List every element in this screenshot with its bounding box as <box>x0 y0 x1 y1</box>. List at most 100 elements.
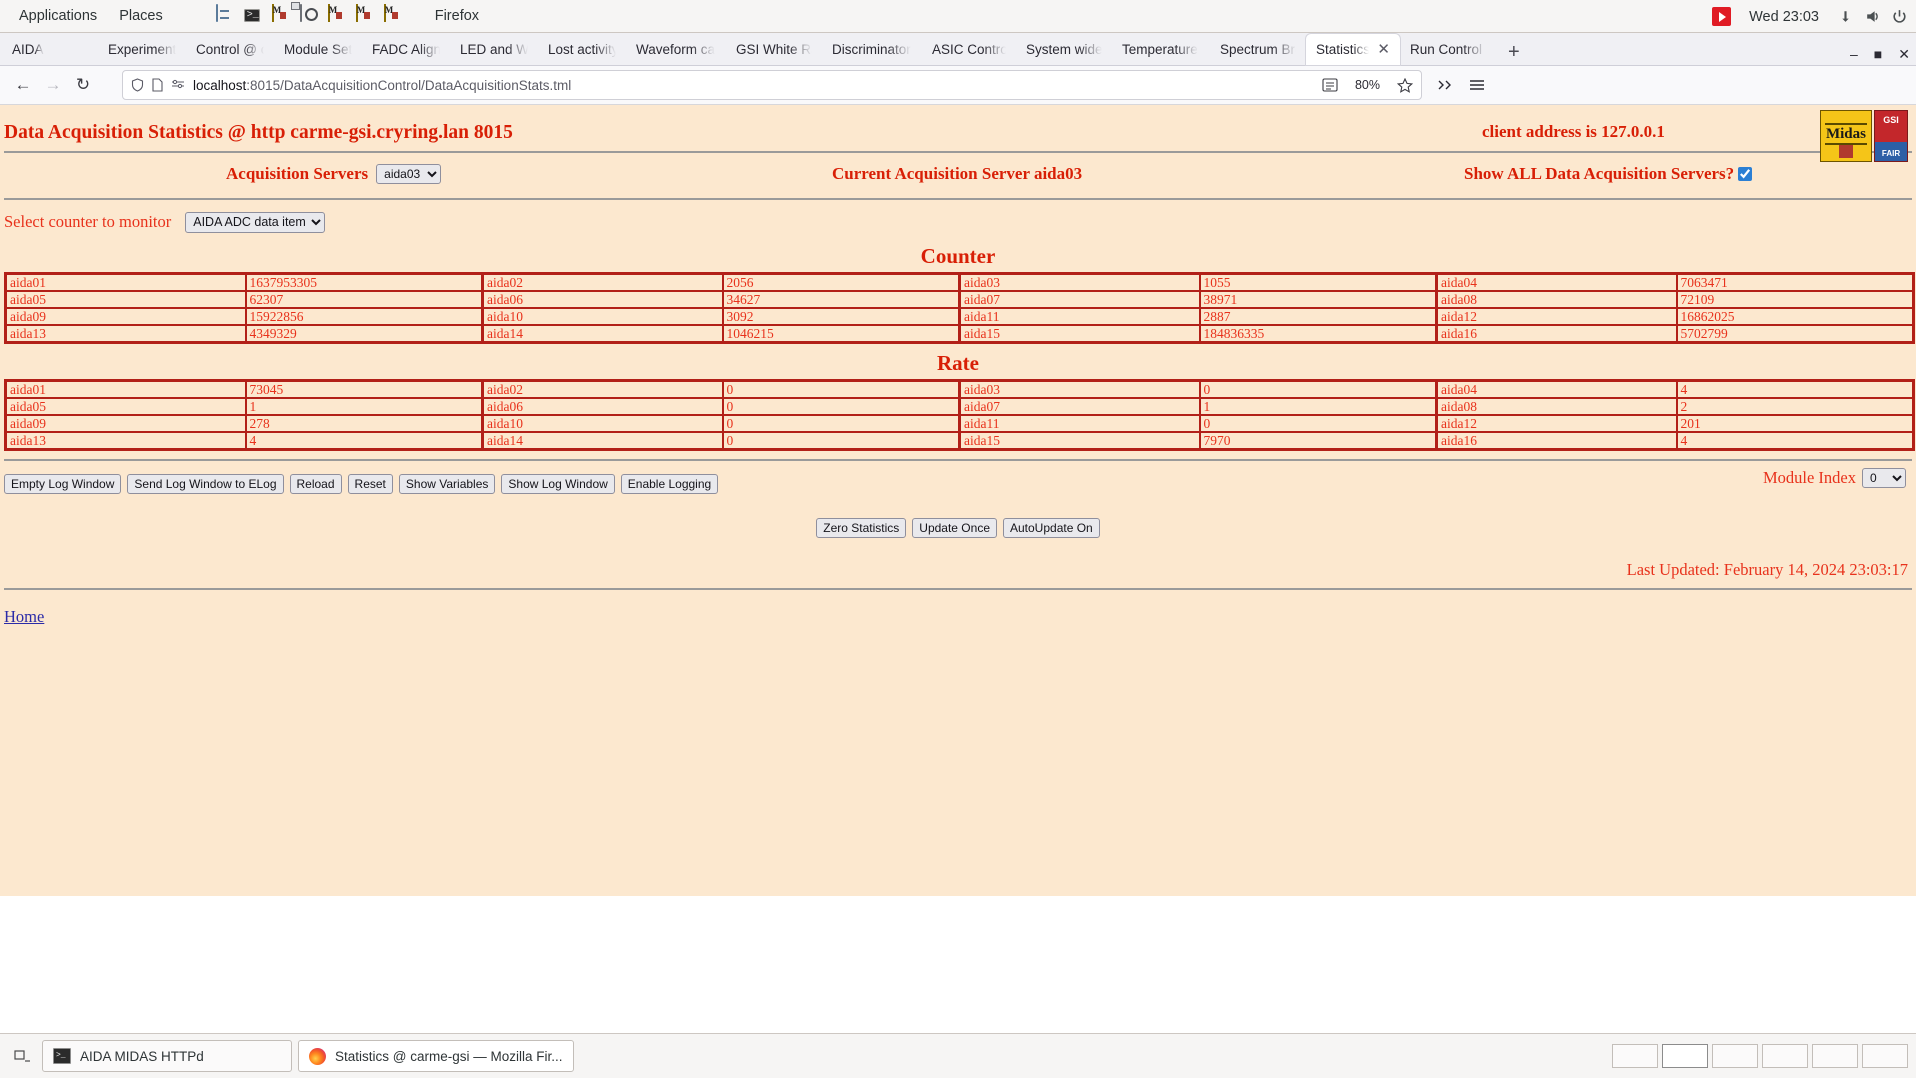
tab-temperature[interactable]: Temperature <box>1112 34 1210 65</box>
zoom-level-badge[interactable]: 80% <box>1350 77 1385 93</box>
server-name-cell: aida01 <box>6 381 246 399</box>
server-value-cell: 0 <box>723 415 960 432</box>
minimize-button[interactable]: – <box>1850 47 1858 61</box>
server-name-cell: aida10 <box>483 415 723 432</box>
log-empty-log-window-button[interactable]: Empty Log Window <box>4 474 121 494</box>
screenshot-icon[interactable] <box>300 5 322 27</box>
tracking-protection-icon[interactable] <box>171 79 185 91</box>
tab-spectrum-browser[interactable]: Spectrum Bro <box>1210 34 1306 65</box>
tab-system-wide[interactable]: System wide <box>1016 34 1112 65</box>
close-window-button[interactable]: ✕ <box>1898 47 1910 61</box>
file-manager-icon[interactable] <box>216 5 238 27</box>
tab-run-control[interactable]: Run Control @ <box>1400 34 1496 65</box>
places-menu[interactable]: Places <box>108 6 174 27</box>
server-name-cell: aida06 <box>483 291 723 308</box>
server-name-cell: aida04 <box>1437 274 1677 292</box>
server-value-cell: 2887 <box>1200 308 1437 325</box>
reload-button[interactable]: ↻ <box>68 70 98 100</box>
firefox-icon <box>309 1048 326 1065</box>
workspace-2[interactable] <box>1662 1044 1708 1068</box>
log-send-log-window-to-elog-button[interactable]: Send Log Window to ELog <box>127 474 283 494</box>
logo-group: Midas GSI FAIR <box>1820 110 1908 162</box>
chevron-double-right-icon[interactable] <box>1436 78 1454 92</box>
power-icon[interactable] <box>1891 8 1908 25</box>
url-text: localhost:8015/DataAcquisitionControl/Da… <box>193 78 571 93</box>
tab-label: Run Control @ <box>1410 42 1486 57</box>
applications-menu[interactable]: Applications <box>8 6 108 27</box>
tab-gsi-white-rabbit[interactable]: GSI White Ra <box>726 34 822 65</box>
tab-asic-control[interactable]: ASIC Control <box>922 34 1016 65</box>
log-reload-button[interactable]: Reload <box>290 474 342 494</box>
action-autoupdate-on-button[interactable]: AutoUpdate On <box>1003 518 1100 538</box>
counter-select[interactable]: AIDA ADC data items <box>185 212 325 233</box>
tab-lost-activity[interactable]: Lost activity n <box>538 34 626 65</box>
page-info-icon[interactable] <box>152 78 163 92</box>
close-icon[interactable]: ✕ <box>1377 42 1390 57</box>
taskbar-window-aida-midas-httpd[interactable]: >_ AIDA MIDAS HTTPd <box>42 1040 292 1072</box>
midas-icon[interactable]: M <box>384 5 406 27</box>
tab-aida[interactable]: AIDA <box>2 34 98 65</box>
server-controls-row: Acquisition Servers aida01aida02aida03ai… <box>0 160 1916 191</box>
workspace-3[interactable] <box>1712 1044 1758 1068</box>
hamburger-menu-icon[interactable] <box>1468 78 1486 92</box>
midas-icon[interactable]: M <box>328 5 350 27</box>
show-desktop-icon[interactable] <box>8 1042 36 1070</box>
server-name-cell: aida15 <box>960 325 1200 343</box>
back-button[interactable]: ← <box>8 70 38 100</box>
tab-experiment[interactable]: Experiment C <box>98 34 186 65</box>
action-zero-statistics-button[interactable]: Zero Statistics <box>816 518 906 538</box>
log-enable-logging-button[interactable]: Enable Logging <box>621 474 718 494</box>
server-value-cell: 7063471 <box>1677 274 1914 292</box>
home-link[interactable]: Home <box>4 607 44 627</box>
firefox-icon[interactable] <box>188 5 210 27</box>
server-name-cell: aida11 <box>960 415 1200 432</box>
workspace-6[interactable] <box>1862 1044 1908 1068</box>
server-name-cell: aida15 <box>960 432 1200 450</box>
server-name-cell: aida14 <box>483 325 723 343</box>
midas-icon[interactable]: M <box>356 5 378 27</box>
star-icon[interactable] <box>1397 78 1413 93</box>
shield-icon[interactable] <box>131 78 144 92</box>
server-value-cell: 7970 <box>1200 432 1437 450</box>
log-show-variables-button[interactable]: Show Variables <box>399 474 496 494</box>
server-name-cell: aida03 <box>960 381 1200 399</box>
server-name-cell: aida05 <box>6 291 246 308</box>
tab-statistics[interactable]: Statistics @ ✕ <box>1306 34 1400 65</box>
record-icon[interactable] <box>1712 7 1731 26</box>
workspace-4[interactable] <box>1762 1044 1808 1068</box>
volume-icon[interactable] <box>1864 8 1881 25</box>
module-index-select[interactable]: 0123 <box>1862 468 1906 488</box>
url-bar[interactable]: localhost:8015/DataAcquisitionControl/Da… <box>122 70 1422 100</box>
maximize-button[interactable]: ■ <box>1874 47 1882 61</box>
action-update-once-button[interactable]: Update Once <box>912 518 997 538</box>
workspace-1[interactable] <box>1612 1044 1658 1068</box>
table-row: aida0915922856aida103092aida112887aida12… <box>6 308 1914 325</box>
tab-control[interactable]: Control @ ca <box>186 34 274 65</box>
network-icon[interactable] <box>1837 8 1854 25</box>
log-show-log-window-button[interactable]: Show Log Window <box>501 474 614 494</box>
workspace-5[interactable] <box>1812 1044 1858 1068</box>
acquisition-servers-select[interactable]: aida01aida02aida03aida04 <box>376 164 441 184</box>
counter-table: aida011637953305aida022056aida031055aida… <box>4 272 1915 344</box>
new-tab-button[interactable]: + <box>1496 42 1532 65</box>
server-name-cell: aida12 <box>1437 308 1677 325</box>
taskbar-window-statistics[interactable]: Statistics @ carme-gsi — Mozilla Fir... <box>298 1040 574 1072</box>
tab-waveform-capture[interactable]: Waveform ca <box>626 34 726 65</box>
table-row: aida0562307aida0634627aida0738971aida087… <box>6 291 1914 308</box>
divider <box>4 588 1912 590</box>
tab-discriminator[interactable]: Discriminator <box>822 34 922 65</box>
server-name-cell: aida03 <box>960 274 1200 292</box>
server-name-cell: aida04 <box>1437 381 1677 399</box>
server-name-cell: aida13 <box>6 325 246 343</box>
clock[interactable]: Wed 23:03 <box>1741 9 1827 25</box>
reader-view-icon[interactable] <box>1322 78 1338 92</box>
server-value-cell: 201 <box>1677 415 1914 432</box>
tab-module-settings[interactable]: Module Settin <box>274 34 362 65</box>
terminal-icon[interactable]: >_ <box>244 5 266 27</box>
tab-led-and-waveform[interactable]: LED and Wav <box>450 34 538 65</box>
forward-button[interactable]: → <box>38 70 68 100</box>
server-value-cell: 1055 <box>1200 274 1437 292</box>
log-reset-button[interactable]: Reset <box>348 474 393 494</box>
tab-fadc-align[interactable]: FADC Align & <box>362 34 450 65</box>
show-all-servers-checkbox[interactable] <box>1738 167 1752 181</box>
